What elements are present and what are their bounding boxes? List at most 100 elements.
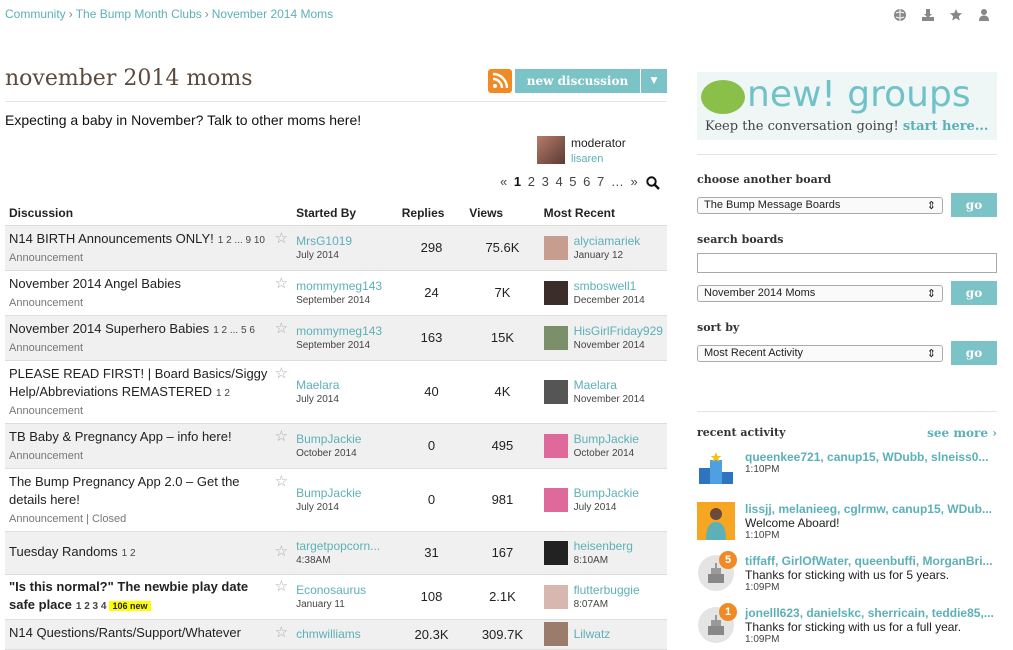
choose-board-go-button[interactable]: go (951, 193, 997, 217)
recent-user-avatar[interactable] (543, 433, 568, 458)
breadcrumb-current-board[interactable]: November 2014 Moms (212, 7, 333, 21)
star-icon[interactable]: ☆ (275, 365, 288, 383)
search-icon[interactable] (646, 176, 660, 193)
recent-user-avatar[interactable] (543, 235, 568, 260)
recent-user-avatar[interactable] (543, 487, 568, 512)
recent-user-avatar[interactable] (543, 325, 568, 350)
recent-user-avatar[interactable] (543, 622, 568, 646)
starter-link[interactable]: BumpJackie (296, 485, 394, 501)
discussion-title-link[interactable]: N14 Questions/Rants/Support/Whatever (9, 625, 241, 640)
pager-page-1[interactable]: 1 (514, 174, 521, 189)
discussion-title-link[interactable]: Tuesday Randoms (9, 544, 118, 559)
banner-link[interactable]: start here... (903, 119, 989, 134)
star-icon[interactable]: ☆ (275, 230, 288, 248)
activity-names[interactable]: jonelll623, danielskc, sherricain, teddi… (745, 606, 997, 620)
pager-page-2[interactable]: 2 (528, 174, 535, 189)
table-row[interactable]: ☆ November 2014 Angel Babies Announcement m… (5, 270, 667, 316)
recent-user-link[interactable]: heisenberg (574, 538, 633, 554)
discussion-pages[interactable]: 1 2 (216, 388, 230, 399)
recent-user-link[interactable]: Lilwatz (574, 626, 611, 642)
search-boards-input[interactable] (697, 253, 997, 273)
recent-user-link[interactable]: flutterbuggie (574, 582, 640, 598)
recent-user-link[interactable]: HisGirlFriday929 (574, 323, 663, 339)
table-row[interactable]: ☆ The Bump Pregnancy App 2.0 – Get the de… (5, 468, 667, 532)
choose-board-select[interactable]: The Bump Message Boards ⇕ (697, 196, 943, 214)
activity-names[interactable]: lissjj, melanieeg, cglrmw, canup15, WDub… (745, 502, 997, 516)
activity-names[interactable]: tiffaff, GirlOfWater, queenbuffi, Morgan… (745, 554, 997, 568)
discussion-title-link[interactable]: The Bump Pregnancy App 2.0 – Get the det… (9, 474, 240, 507)
recent-user-avatar[interactable] (543, 379, 568, 404)
col-discussion[interactable]: Discussion (5, 202, 293, 226)
table-row[interactable]: ☆ Tuesday Randoms 1 2 targetpopcorn... 4:38A… (5, 531, 667, 575)
activity-names[interactable]: queenkee721, canup15, WDubb, slneiss0... (745, 450, 997, 464)
breadcrumb-month-clubs[interactable]: The Bump Month Clubs (76, 7, 202, 21)
recent-user-avatar[interactable] (543, 540, 568, 565)
search-board-select[interactable]: November 2014 Moms ⇕ (697, 284, 943, 302)
new-discussion-button[interactable]: new discussion ▼ (515, 69, 667, 93)
table-row[interactable]: ☆ November 2014 Superhero Babies 1 2 ... 5… (5, 315, 667, 361)
starter-link[interactable]: Econosaurus (296, 582, 394, 598)
starter-link[interactable]: mommymeg143 (296, 278, 394, 294)
pager-page-4[interactable]: 4 (555, 174, 562, 189)
starter-link[interactable]: chmwilliams (296, 626, 394, 642)
recent-user-avatar[interactable] (543, 584, 568, 609)
col-most-recent[interactable]: Most Recent (539, 202, 667, 226)
discussion-pages[interactable]: 1 2 ... 9 10 (218, 235, 265, 246)
discussion-title-link[interactable]: November 2014 Superhero Babies (9, 321, 209, 336)
activity-item[interactable]: lissjj, melanieeg, cglrmw, canup15, WDub… (697, 502, 997, 544)
sort-by-select[interactable]: Most Recent Activity ⇕ (697, 344, 943, 362)
recent-user-link[interactable]: BumpJackie (574, 431, 639, 447)
groups-banner[interactable]: new! groups Keep the conversation going!… (697, 72, 997, 140)
chevron-down-icon[interactable]: ▼ (641, 76, 667, 86)
recent-user-link[interactable]: alyciamariek (574, 233, 641, 249)
star-icon[interactable]: ☆ (275, 578, 288, 596)
activity-item[interactable]: 5 tiffaff, GirlOfWater, queenbuffi, Morga… (697, 551, 997, 596)
col-started-by[interactable]: Started By (292, 202, 398, 226)
starter-link[interactable]: targetpopcorn... (296, 538, 394, 554)
user-icon[interactable] (975, 6, 993, 24)
download-icon[interactable] (919, 6, 937, 24)
breadcrumb-community[interactable]: Community (5, 7, 66, 21)
recent-user-link[interactable]: smboswell1 (574, 278, 645, 294)
rss-icon[interactable] (488, 69, 512, 93)
see-more-link[interactable]: see more › (927, 426, 997, 440)
starter-link[interactable]: BumpJackie (296, 431, 394, 447)
pager-prev[interactable]: « (500, 174, 507, 189)
star-icon[interactable]: ☆ (275, 543, 288, 561)
pager-page-7[interactable]: 7 (597, 174, 604, 189)
starter-link[interactable]: Maelara (296, 377, 394, 393)
star-icon[interactable] (947, 6, 965, 24)
col-replies[interactable]: Replies (397, 202, 466, 226)
starter-link[interactable]: MrsG1019 (296, 233, 394, 249)
search-go-button[interactable]: go (951, 281, 997, 305)
table-row[interactable]: ☆ N14 Questions/Rants/Support/Whatever chm… (5, 619, 667, 650)
star-icon[interactable]: ☆ (275, 275, 288, 293)
discussion-pages[interactable]: 1 2 ... 5 6 (213, 325, 255, 336)
starter-link[interactable]: mommymeg143 (296, 323, 394, 339)
table-row[interactable]: ☆ PLEASE READ FIRST! | Board Basics/Siggy… (5, 360, 667, 424)
star-icon[interactable]: ☆ (275, 428, 288, 446)
star-icon[interactable]: ☆ (275, 320, 288, 338)
pager-page-3[interactable]: 3 (542, 174, 549, 189)
activity-item[interactable]: 1 jonelll623, danielskc, sherricain, tedd… (697, 603, 997, 648)
pager-page-6[interactable]: 6 (583, 174, 590, 189)
globe-icon[interactable] (891, 6, 909, 24)
discussion-pages[interactable]: 1 2 (122, 548, 136, 559)
moderator-link[interactable]: lisaren (571, 153, 603, 165)
discussion-pages[interactable]: 1 2 3 4 (76, 601, 107, 612)
discussion-title-link[interactable]: November 2014 Angel Babies (9, 276, 181, 291)
pager-next[interactable]: » (631, 174, 638, 189)
activity-item[interactable]: queenkee721, canup15, WDubb, slneiss0...… (697, 450, 997, 492)
discussion-title-link[interactable]: N14 BIRTH Announcements ONLY! (9, 231, 214, 246)
recent-user-link[interactable]: BumpJackie (574, 485, 639, 501)
table-row[interactable]: ☆ TB Baby & Pregnancy App – info here! Ann… (5, 423, 667, 469)
sort-go-button[interactable]: go (951, 341, 997, 365)
recent-user-link[interactable]: Maelara (574, 377, 645, 393)
table-row[interactable]: ☆ "Is this normal?" The newbie play date … (5, 574, 667, 620)
pager-page-5[interactable]: 5 (569, 174, 576, 189)
discussion-title-link[interactable]: TB Baby & Pregnancy App – info here! (9, 429, 232, 444)
recent-user-avatar[interactable] (543, 280, 568, 305)
star-icon[interactable]: ☆ (275, 624, 288, 642)
star-icon[interactable]: ☆ (275, 473, 288, 491)
moderator-avatar[interactable] (537, 136, 565, 164)
